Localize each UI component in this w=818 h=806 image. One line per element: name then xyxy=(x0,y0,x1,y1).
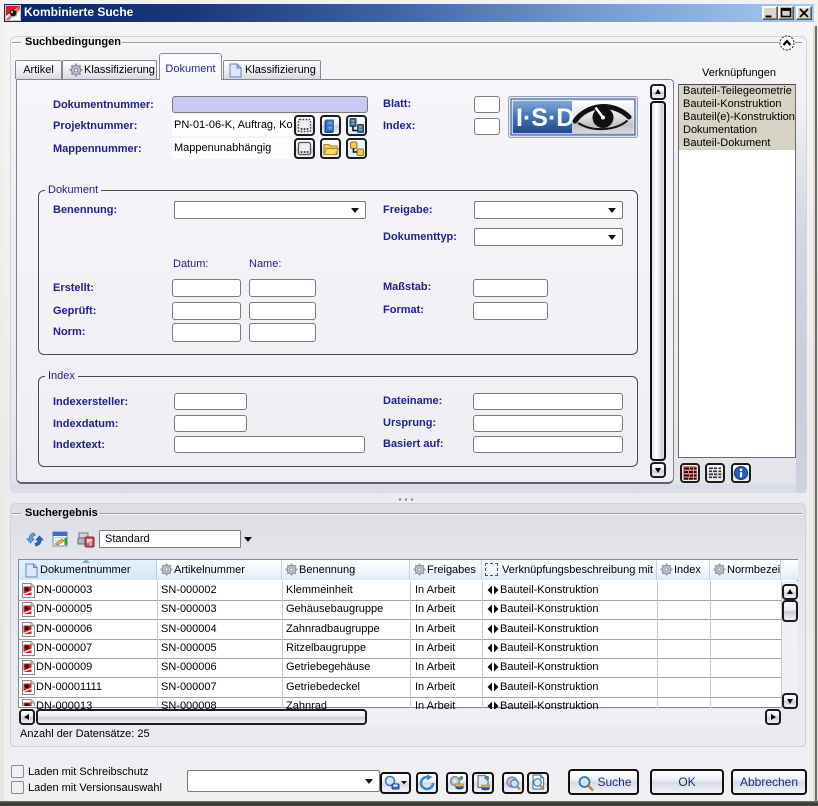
svg-text:I·S·D: I·S·D xyxy=(516,104,574,132)
